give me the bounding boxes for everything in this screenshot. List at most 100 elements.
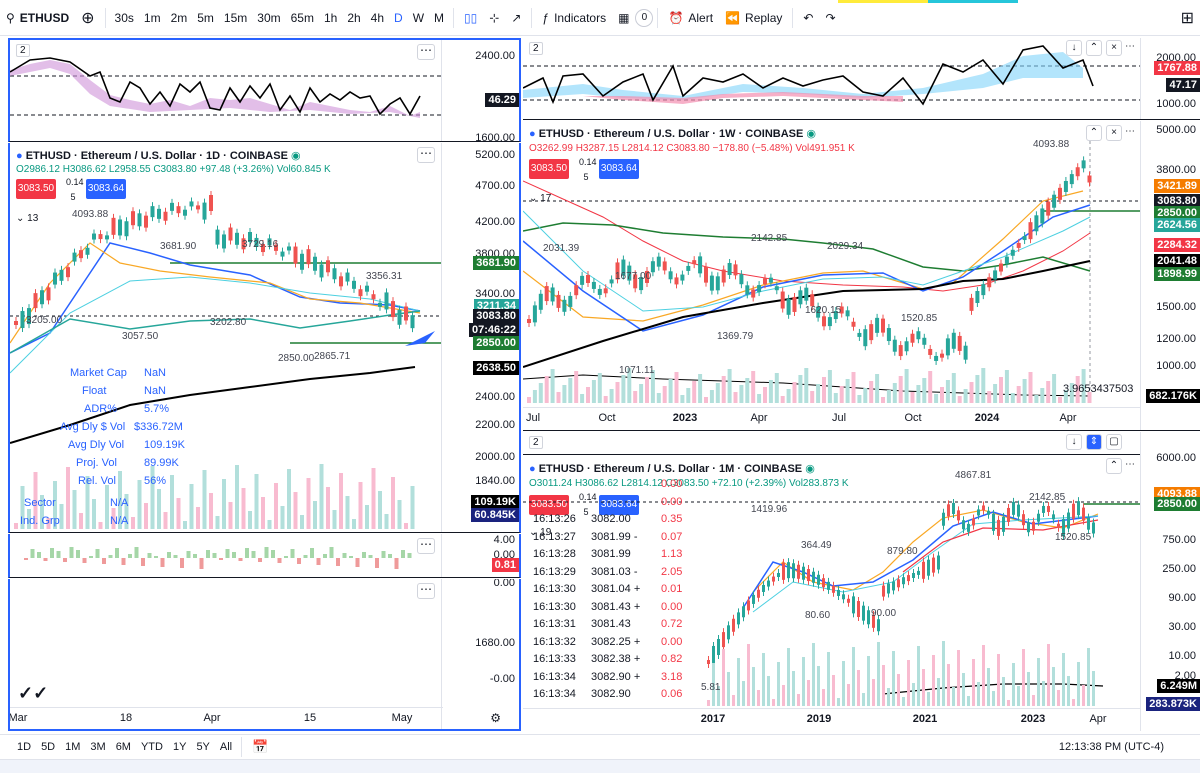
- volume-bar: [887, 688, 890, 706]
- timeframe-30m[interactable]: 30m: [252, 11, 285, 25]
- timeframe-5m[interactable]: 5m: [192, 11, 219, 25]
- range-1m[interactable]: 1M: [60, 741, 85, 753]
- timeframe-1m[interactable]: 1m: [139, 11, 166, 25]
- volume-bar: [196, 507, 200, 529]
- hist-bar: [277, 558, 282, 563]
- left-osc-axis[interactable]: 2400.00 1600.00 46.29: [441, 40, 519, 141]
- candle-body: [898, 345, 903, 357]
- candle-body: [118, 219, 122, 236]
- volume-bar: [851, 372, 856, 403]
- left-bottom-pane[interactable]: ⋯ ✓✓ 0.00 1680.00 -0.00 Mar 18 Apr 15 Ma…: [8, 579, 521, 731]
- volume-bar: [1092, 671, 1095, 706]
- symbol-search[interactable]: ⚲ ETHUSD: [0, 4, 75, 32]
- settings-gear-icon[interactable]: ⚙: [490, 711, 501, 725]
- time-axis[interactable]: 2017 2019 2021 2023 Apr: [523, 708, 1140, 730]
- timeframe-15m[interactable]: 15m: [219, 11, 252, 25]
- alert-button[interactable]: ⏰ Alert: [662, 4, 719, 32]
- layout-button[interactable]: ⊞: [1175, 4, 1200, 32]
- left-volume-osc-pane[interactable]: ⋯ 4.00 0.00 0.81: [8, 534, 521, 578]
- bar-type-button[interactable]: ⊹: [483, 4, 505, 32]
- range-1y[interactable]: 1Y: [168, 741, 191, 753]
- timeframe-4h[interactable]: 4h: [366, 11, 389, 25]
- volume-bar: [862, 693, 865, 706]
- volume-bar: [1077, 662, 1080, 706]
- price-annotation: 879.80: [887, 546, 918, 557]
- left-daily-axis[interactable]: 5200.004700.004200.003800.003400.003000.…: [441, 143, 519, 532]
- right-osc-axis[interactable]: 2000.00 1000.00 1767.88 47.17: [1140, 38, 1200, 119]
- candle-body: [235, 232, 239, 245]
- volume-bar: [747, 644, 750, 706]
- trade-row: 16:13:31 3081.43 0.72: [533, 618, 682, 630]
- volume-bar: [886, 390, 891, 403]
- volume-bar: [248, 511, 252, 529]
- fund-value: N/A: [110, 515, 129, 527]
- volume-bar: [709, 390, 714, 403]
- candle-body: [170, 202, 174, 211]
- hist-bar: [108, 555, 113, 558]
- compare-button[interactable]: ⊕: [75, 4, 100, 32]
- redo-button[interactable]: ↷: [819, 4, 841, 32]
- timeframe-65m[interactable]: 65m: [286, 11, 319, 25]
- chart-type-button[interactable]: ▯▯: [458, 4, 483, 32]
- timeframe-d[interactable]: D: [389, 11, 408, 25]
- timeframe-30s[interactable]: 30s: [110, 11, 139, 25]
- range-6m[interactable]: 6M: [111, 741, 136, 753]
- timeframe-2m[interactable]: 2m: [166, 11, 193, 25]
- trade-time: 16:13:26: [533, 513, 576, 525]
- volume-bar: [254, 474, 259, 529]
- fund-value: NaN: [144, 385, 167, 397]
- trade-row: 16:13:26 3082.00 0.35: [533, 513, 682, 525]
- hist-bar: [141, 558, 145, 566]
- price-annotation: 1677.00: [615, 271, 652, 282]
- time-label: Jul: [831, 412, 847, 424]
- trade-price: 3081.43: [591, 618, 631, 630]
- calendar-icon[interactable]: 📅: [246, 739, 274, 755]
- right-monthly-axis[interactable]: 6000.00 750.00 250.00 90.00 30.00 10.00 2.00 40…: [1140, 432, 1200, 731]
- axis-label: 1000.00: [1156, 360, 1196, 372]
- undo-button[interactable]: ↶: [797, 4, 819, 32]
- time-axis[interactable]: Jul Oct 2023 Apr Jul Oct 2024 Apr: [523, 407, 1140, 429]
- timeframe-1h[interactable]: 1h: [319, 11, 342, 25]
- left-oscillator-pane[interactable]: 2 ⋯ 2400.00 1600.00 46.29: [8, 38, 521, 142]
- candle-body: [804, 287, 809, 301]
- range-5d[interactable]: 5D: [36, 741, 60, 753]
- templates-button[interactable]: ▦: [612, 4, 635, 32]
- range-all[interactable]: All: [215, 741, 237, 753]
- right-monthly-chart-pane[interactable]: 2 ↓ ⇕ ▢ ● ETHUSD · Ethereum / U.S. Dolla…: [523, 432, 1200, 731]
- time-axis[interactable]: Mar 18 Apr 15 May: [10, 707, 443, 729]
- fund-key: Float: [82, 385, 107, 397]
- candle-body: [1092, 522, 1095, 534]
- replay-button[interactable]: ⏪ Replay: [719, 4, 788, 32]
- trade-price: 3082.90 +: [591, 670, 641, 683]
- candle-body: [792, 296, 797, 312]
- time-label: 2023: [1020, 713, 1046, 725]
- range-ytd[interactable]: YTD: [136, 741, 168, 753]
- right-oscillator-pane[interactable]: 2 ↓ ⌃ × ⋯ 2000.00 1000.00 1767.88 47.17: [523, 38, 1200, 120]
- candle-body: [79, 250, 83, 259]
- indicators-button[interactable]: ƒ Indicators: [536, 4, 612, 32]
- more-menu-button[interactable]: ⋯: [417, 583, 435, 599]
- candle-body: [737, 612, 740, 625]
- left-sub-axis[interactable]: 4.00 0.00 0.81: [441, 534, 519, 577]
- range-3m[interactable]: 3M: [85, 741, 110, 753]
- left-bottom-axis[interactable]: 0.00 1680.00 -0.00: [441, 579, 519, 729]
- volume-bar: [176, 498, 181, 529]
- volume-bar: [92, 499, 96, 529]
- line-type-button[interactable]: ↗: [505, 4, 527, 32]
- timeframe-m[interactable]: M: [429, 11, 449, 25]
- left-daily-chart-pane[interactable]: ● ETHUSD · Ethereum / U.S. Dollar · 1D ·…: [8, 143, 521, 533]
- axis-label: -0.00: [489, 673, 515, 685]
- line-icon: ↗: [511, 10, 522, 25]
- timeframe-2h[interactable]: 2h: [342, 11, 365, 25]
- volume-bar: [222, 479, 226, 529]
- candle-body: [40, 290, 44, 305]
- candle-body: [662, 261, 667, 271]
- candle-body: [967, 523, 970, 532]
- right-weekly-axis[interactable]: 5000.00 3800.00 1500.00 1200.00 1000.00 3421.…: [1140, 121, 1200, 430]
- trade-price: 3081.03 -: [591, 565, 638, 578]
- right-weekly-chart-pane[interactable]: ● ETHUSD · Ethereum / U.S. Dollar · 1W ·…: [523, 121, 1200, 431]
- range-5y[interactable]: 5Y: [191, 741, 214, 753]
- timeframe-w[interactable]: W: [408, 11, 429, 25]
- range-1d[interactable]: 1D: [12, 741, 36, 753]
- clock-label[interactable]: 12:13:38 PM (UTC-4): [1059, 741, 1200, 753]
